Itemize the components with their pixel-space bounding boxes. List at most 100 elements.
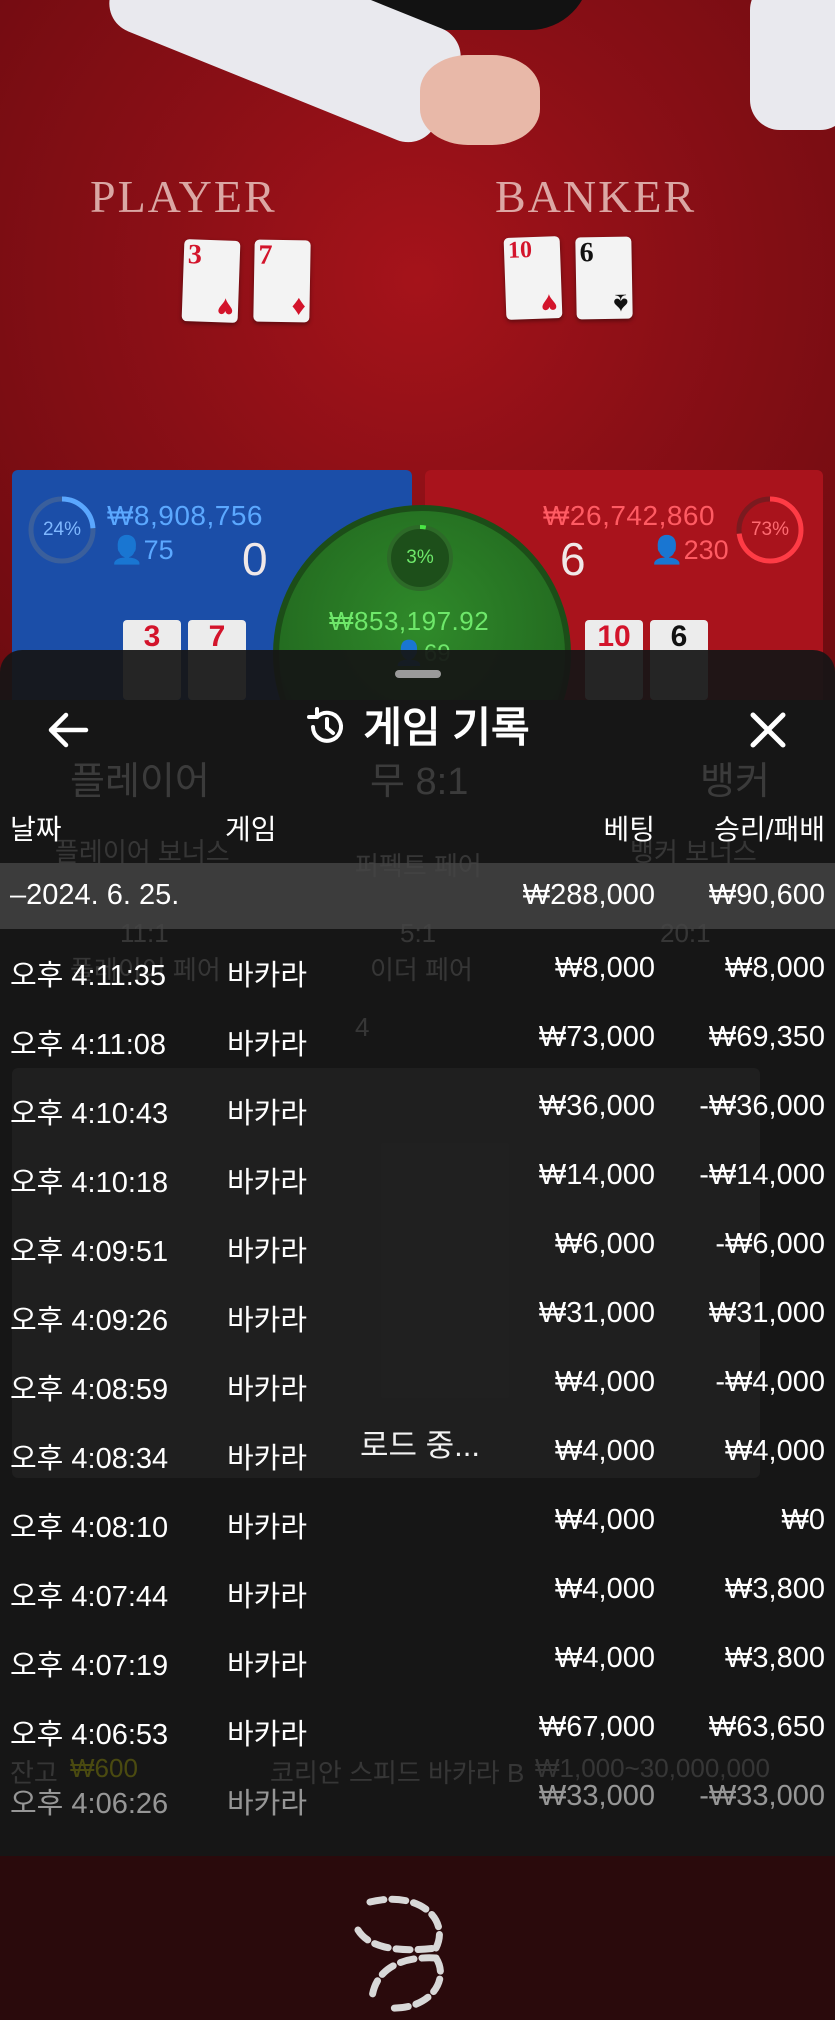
player-card-1: 3 ♥ [181, 239, 241, 323]
history-row[interactable]: 오후 4:09:26 바카라 ₩31,000 ₩31,000 [0, 1279, 835, 1348]
column-date: 날짜 [10, 814, 62, 845]
player-count: 👤75 [110, 535, 174, 565]
row-result: -₩6,000 [715, 1228, 825, 1260]
row-game: 바카라 [227, 1029, 308, 1061]
player-total-amount: ₩8,908,756 [107, 500, 263, 531]
player-card-2: 7 ♦ [253, 239, 311, 323]
tie-percent: 3% [406, 547, 434, 568]
column-game: 게임 [225, 814, 277, 845]
row-result: -₩33,000 [699, 1780, 825, 1812]
tie-total-amount: ₩853,197.92 [329, 606, 490, 636]
row-game: 바카라 [227, 1719, 308, 1751]
person-icon: 👤 [650, 535, 684, 565]
row-game: 바카라 [227, 1650, 308, 1682]
row-game: 바카라 [227, 1788, 308, 1820]
live-table-video: PLAYER BANKER 3 ♥ 7 ♦ 10 ♥ 6 ♠ 24% ₩8,908,75… [0, 0, 835, 700]
row-bet: ₩14,000 [538, 1159, 655, 1191]
history-row[interactable]: 오후 4:11:35 바카라 ₩8,000 ₩8,000 [0, 934, 835, 1003]
row-bet: ₩73,000 [538, 1021, 655, 1053]
row-time: 오후 4:07:44 [10, 1581, 169, 1613]
row-bet: ₩4,000 [555, 1366, 655, 1398]
row-game: 바카라 [227, 1305, 308, 1337]
person-icon: 👤 [110, 535, 144, 565]
banker-count: 👤230 [650, 535, 729, 565]
row-time: 오후 4:10:18 [10, 1167, 169, 1199]
row-time: 오후 4:10:43 [10, 1098, 169, 1130]
row-bet: ₩4,000 [555, 1435, 655, 1467]
history-row[interactable]: 오후 4:10:43 바카라 ₩36,000 -₩36,000 [0, 1072, 835, 1141]
sheet-title-text: 게임 기록 [363, 704, 530, 751]
banker-card-2: 6 ♠ [575, 236, 633, 320]
date-group-date: –2024. 6. 25. [10, 879, 180, 911]
history-row[interactable]: 오후 4:08:10 바카라 ₩4,000 ₩0 [0, 1486, 835, 1555]
ghost-tie-bet: 무 8:1 [370, 761, 469, 803]
row-result: ₩63,650 [708, 1711, 825, 1743]
row-bet: ₩4,000 [555, 1642, 655, 1674]
row-game: 바카라 [227, 1512, 308, 1544]
player-area-label: PLAYER [90, 171, 277, 222]
close-icon [750, 712, 786, 748]
row-bet: ₩33,000 [538, 1780, 655, 1812]
row-result: ₩69,350 [708, 1021, 825, 1053]
row-time: 오후 4:09:51 [10, 1236, 169, 1268]
row-time: 오후 4:07:19 [10, 1650, 169, 1682]
date-group-bet-total: ₩288,000 [522, 879, 655, 911]
history-row[interactable]: 오후 4:11:08 바카라 ₩73,000 ₩69,350 [0, 1003, 835, 1072]
row-bet: ₩6,000 [555, 1228, 655, 1260]
row-time: 오후 4:09:26 [10, 1305, 169, 1337]
dealer-hand [420, 55, 540, 145]
game-history-sheet: 플레이어 무 8:1 뱅커 플레이어 보너스 퍼펙트 페어 뱅커 보너스 11:… [0, 650, 835, 2012]
column-bet: 베팅 [603, 814, 655, 845]
row-result: ₩0 [781, 1504, 826, 1536]
row-game: 바카라 [227, 1098, 308, 1130]
row-time: 오후 4:11:35 [10, 960, 167, 992]
row-result: -₩36,000 [699, 1090, 825, 1122]
column-result: 승리/패배 [714, 814, 825, 845]
history-column-header: 날짜 게임 베팅 승리/패배 [0, 800, 835, 850]
history-row[interactable]: 오후 4:06:53 바카라 ₩67,000 ₩63,650 [0, 1693, 835, 1762]
row-game: 바카라 [227, 1236, 308, 1268]
row-bet: ₩4,000 [555, 1504, 655, 1536]
date-group-row[interactable]: –2024. 6. 25. ₩288,000 ₩90,600 [0, 863, 835, 929]
sheet-grabber[interactable] [395, 670, 441, 678]
row-result: -₩4,000 [715, 1366, 825, 1398]
player-score: 0 [242, 533, 268, 585]
close-button[interactable] [738, 700, 798, 760]
row-result: -₩14,000 [699, 1159, 825, 1191]
row-game: 바카라 [227, 960, 308, 992]
history-row[interactable]: 오후 4:06:26 바카라 ₩33,000 -₩33,000 [0, 1762, 835, 1831]
row-result: ₩31,000 [708, 1297, 825, 1329]
banker-percent: 73% [750, 519, 790, 540]
row-bet: ₩36,000 [538, 1090, 655, 1122]
row-game: 바카라 [227, 1443, 308, 1475]
row-result: ₩8,000 [725, 952, 825, 984]
banker-score: 6 [560, 533, 586, 585]
dealer-left-arm [100, 0, 470, 152]
row-result: ₩3,800 [725, 1573, 825, 1605]
row-time: 오후 4:08:10 [10, 1512, 169, 1544]
history-row[interactable]: 오후 4:07:44 바카라 ₩4,000 ₩3,800 [0, 1555, 835, 1624]
player-percent: 24% [42, 519, 82, 540]
row-bet: ₩67,000 [538, 1711, 655, 1743]
history-row[interactable]: 오후 4:08:59 바카라 ₩4,000 -₩4,000 [0, 1348, 835, 1417]
history-row[interactable]: 오후 4:10:18 바카라 ₩14,000 -₩14,000 [0, 1141, 835, 1210]
row-game: 바카라 [227, 1581, 308, 1613]
banker-area-label: BANKER [495, 171, 697, 222]
loading-spinner-icon [354, 1895, 444, 2012]
banker-total-amount: ₩26,742,860 [543, 500, 716, 531]
row-game: 바카라 [227, 1374, 308, 1406]
date-group-result-total: ₩90,600 [708, 879, 825, 911]
dealer-right-arm [750, 0, 835, 130]
history-row[interactable]: 오후 4:09:51 바카라 ₩6,000 -₩6,000 [0, 1210, 835, 1279]
history-row[interactable]: 오후 4:07:19 바카라 ₩4,000 ₩3,800 [0, 1624, 835, 1693]
row-time: 오후 4:08:59 [10, 1374, 169, 1406]
row-time: 오후 4:11:08 [10, 1029, 167, 1061]
row-bet: ₩8,000 [555, 952, 655, 984]
row-time: 오후 4:06:53 [10, 1719, 169, 1751]
row-time: 오후 4:08:34 [10, 1443, 169, 1475]
row-bet: ₩31,000 [538, 1297, 655, 1329]
history-icon [307, 706, 344, 743]
row-game: 바카라 [227, 1167, 308, 1199]
row-result: ₩3,800 [725, 1642, 825, 1674]
loading-text: 로드 중... [359, 1428, 480, 1463]
